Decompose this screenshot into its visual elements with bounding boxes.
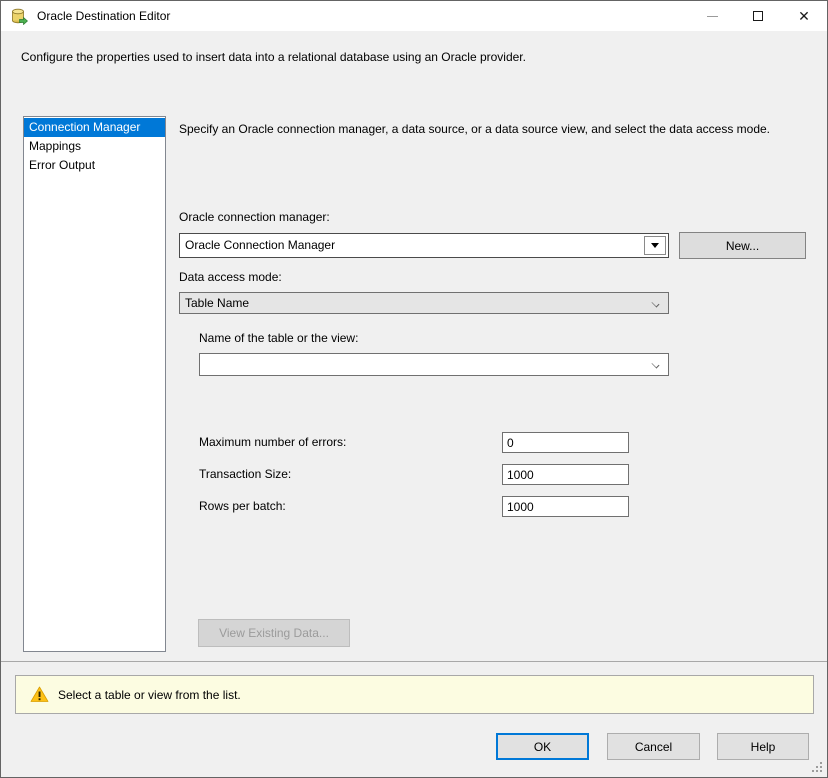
rows-per-batch-label: Rows per batch: <box>199 499 286 513</box>
max-errors-input[interactable] <box>502 432 629 453</box>
transaction-size-input[interactable] <box>502 464 629 485</box>
warning-triangle-icon <box>30 686 49 702</box>
footer-separator <box>1 661 827 662</box>
chevron-down-icon <box>652 300 660 308</box>
close-button[interactable]: ✕ <box>781 1 827 31</box>
transaction-size-label: Transaction Size: <box>199 467 292 481</box>
editor-page-list: Connection Manager Mappings Error Output <box>23 116 166 652</box>
connection-manager-value: Oracle Connection Manager <box>185 238 336 252</box>
new-connection-button[interactable]: New... <box>679 232 806 259</box>
dropdown-arrow-icon[interactable] <box>644 236 666 255</box>
maximize-icon <box>753 11 763 21</box>
minimize-button[interactable] <box>689 1 735 31</box>
table-name-label: Name of the table or the view: <box>199 331 359 345</box>
dialog-description: Configure the properties used to insert … <box>21 50 526 64</box>
data-access-mode-combobox[interactable]: Table Name <box>179 292 669 314</box>
pane-heading: Specify an Oracle connection manager, a … <box>179 122 771 136</box>
chevron-down-icon <box>652 361 660 369</box>
sidebar-item-error-output[interactable]: Error Output <box>24 156 165 175</box>
window-title: Oracle Destination Editor <box>37 9 171 23</box>
close-icon: ✕ <box>798 8 810 24</box>
view-existing-data-button: View Existing Data... <box>198 619 350 647</box>
warning-strip: Select a table or view from the list. <box>15 675 814 714</box>
resize-grip[interactable] <box>812 762 822 772</box>
max-errors-label: Maximum number of errors: <box>199 435 347 449</box>
cancel-button[interactable]: Cancel <box>607 733 700 760</box>
minimize-icon <box>706 15 718 17</box>
data-access-mode-value: Table Name <box>185 296 250 310</box>
ok-button[interactable]: OK <box>496 733 589 760</box>
help-button[interactable]: Help <box>717 733 809 760</box>
maximize-button[interactable] <box>735 1 781 31</box>
data-access-mode-label: Data access mode: <box>179 270 282 284</box>
connection-manager-combobox[interactable]: Oracle Connection Manager <box>179 233 669 258</box>
sidebar-item-mappings[interactable]: Mappings <box>24 137 165 156</box>
database-destination-icon <box>12 8 28 25</box>
connection-manager-label: Oracle connection manager: <box>179 210 330 224</box>
warning-text: Select a table or view from the list. <box>58 688 241 702</box>
table-name-combobox[interactable] <box>199 353 669 376</box>
sidebar-item-connection-manager[interactable]: Connection Manager <box>24 118 165 137</box>
title-bar: Oracle Destination Editor ✕ <box>1 1 827 31</box>
rows-per-batch-input[interactable] <box>502 496 629 517</box>
oracle-destination-editor-window: Oracle Destination Editor ✕ Configure th… <box>0 0 828 778</box>
